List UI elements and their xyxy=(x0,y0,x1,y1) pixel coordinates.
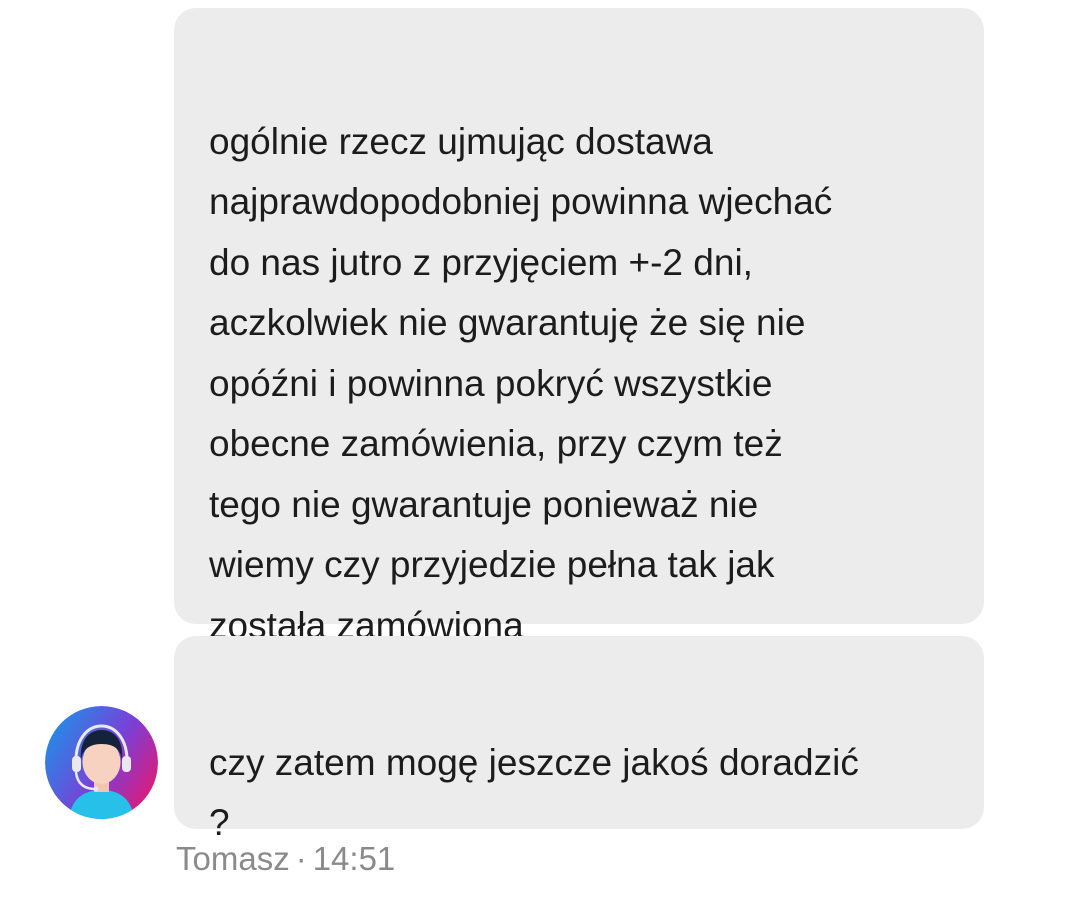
meta-separator: · xyxy=(295,840,307,877)
message-meta: Tomasz · 14:51 xyxy=(176,838,395,880)
sender-name: Tomasz xyxy=(176,840,290,877)
support-agent-icon xyxy=(45,706,158,819)
message-text: ogólnie rzecz ujmując dostawa najprawdop… xyxy=(209,120,833,646)
support-agent-avatar[interactable] xyxy=(45,706,158,819)
message-text: czy zatem mogę jeszcze jakoś doradzić ? xyxy=(209,741,859,844)
message-time: 14:51 xyxy=(312,840,396,877)
chat-thread: ogólnie rzecz ujmując dostawa najprawdop… xyxy=(0,0,1080,898)
message-bubble[interactable]: ogólnie rzecz ujmując dostawa najprawdop… xyxy=(174,8,984,646)
message-bubble[interactable]: czy zatem mogę jeszcze jakoś doradzić ? xyxy=(174,636,984,843)
